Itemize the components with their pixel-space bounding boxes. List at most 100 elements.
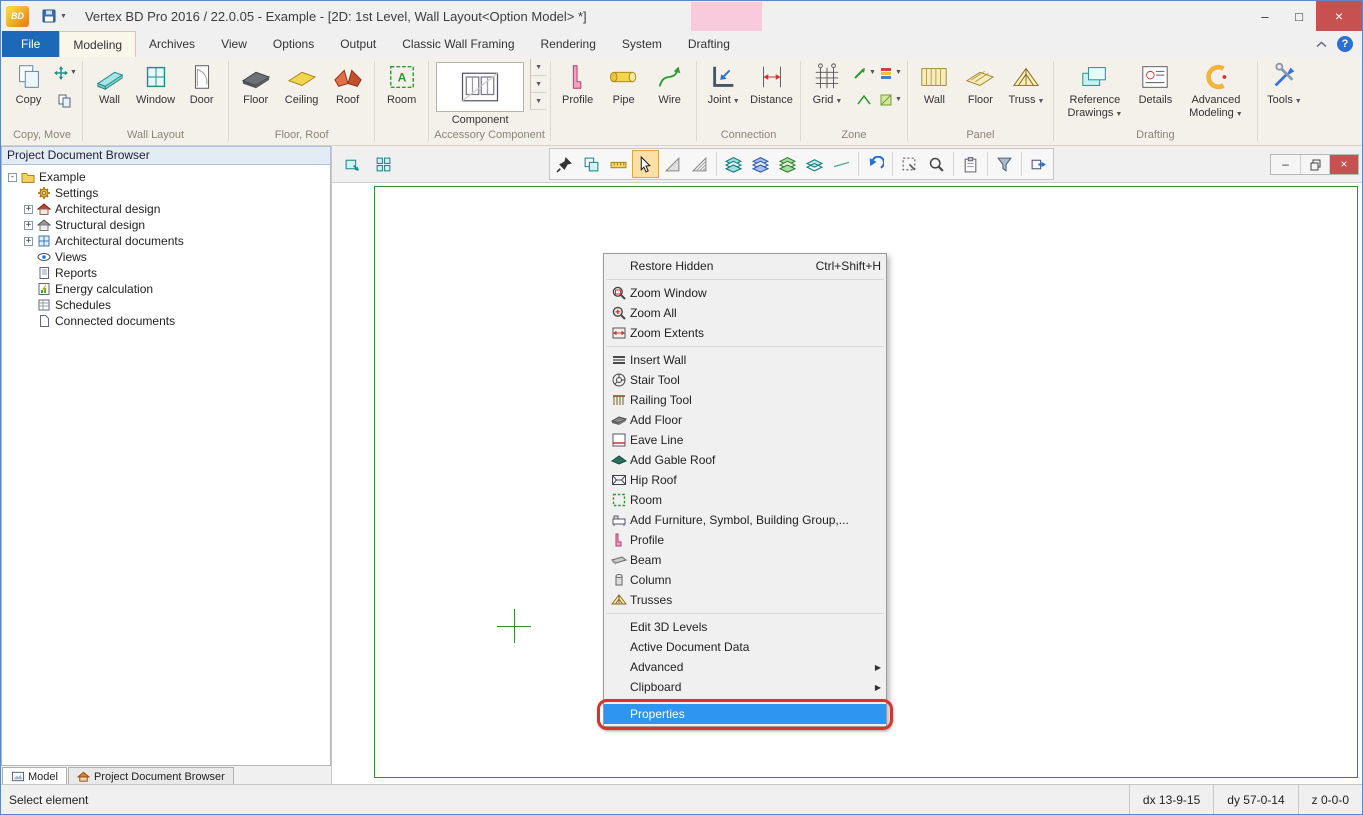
toolbar-button-hatch-triangle-icon[interactable] [686, 150, 713, 178]
context-menu-item-active-document-data[interactable]: Active Document Data [604, 637, 886, 657]
ribbon-button-details[interactable]: Details [1133, 59, 1178, 107]
context-menu-item-stair-tool[interactable]: Stair Tool [604, 370, 886, 390]
context-menu-item-hip-roof[interactable]: Hip Roof [604, 470, 886, 490]
context-menu-item-add-furniture-symbol-building-group[interactable]: Add Furniture, Symbol, Building Group,..… [604, 510, 886, 530]
ribbon-button-truss[interactable]: Truss ▼ [1004, 59, 1049, 107]
ribbon-button-floor[interactable]: Floor [233, 59, 278, 107]
menu-tab-classic-wall-framing[interactable]: Classic Wall Framing [389, 31, 527, 57]
context-menu-item-column[interactable]: Column [604, 570, 886, 590]
toolbar-button-float-window-icon[interactable] [339, 150, 366, 178]
context-menu-item-restore-hidden[interactable]: Restore HiddenCtrl+Shift+H [604, 256, 886, 276]
mdi-restore-button[interactable] [1300, 155, 1329, 174]
ribbon-button-window[interactable]: Window [133, 59, 178, 107]
menu-tab-drafting[interactable]: Drafting [675, 31, 743, 57]
context-menu-item-trusses[interactable]: Trusses [604, 590, 886, 610]
tree-item-reports[interactable]: Reports [4, 265, 328, 281]
gallery-down-icon[interactable]: ▼ [531, 76, 546, 93]
ribbon-button-reference-drawings[interactable]: Reference Drawings ▼ [1058, 59, 1132, 119]
ribbon-button-profile[interactable]: Profile [555, 59, 600, 107]
menu-tab-system[interactable]: System [609, 31, 675, 57]
context-menu-item-railing-tool[interactable]: Railing Tool [604, 390, 886, 410]
tree-item-settings[interactable]: Settings [4, 185, 328, 201]
ribbon-button-advanced-modeling[interactable]: Advanced Modeling ▼ [1179, 59, 1253, 119]
toolbar-button-thin-line-icon[interactable] [828, 150, 855, 178]
toolbar-button-copy-region-icon[interactable] [578, 150, 605, 178]
ribbon-button-copy-place-icon[interactable] [52, 86, 78, 113]
toolbar-button-select-arrow-icon[interactable] [632, 150, 659, 178]
ribbon-button-joint[interactable]: Joint ▼ [701, 59, 746, 107]
toolbar-button-zoom-icon[interactable] [923, 150, 950, 178]
ribbon-button-door[interactable]: Door [179, 59, 224, 107]
menu-tab-file[interactable]: File [2, 31, 59, 57]
ribbon-button-zone-line-icon[interactable] [851, 86, 877, 113]
menu-tab-view[interactable]: View [208, 31, 260, 57]
toolbar-button-tile-windows-icon[interactable] [370, 150, 397, 178]
ribbon-button-zone-colors-icon[interactable]: ▼ [877, 59, 903, 86]
context-menu-item-zoom-extents[interactable]: Zoom Extents [604, 323, 886, 343]
context-menu-item-zoom-window[interactable]: Zoom Window [604, 283, 886, 303]
context-menu-item-edit-3d-levels[interactable]: Edit 3D Levels [604, 617, 886, 637]
close-button[interactable]: × [1316, 1, 1362, 31]
context-menu-item-add-floor[interactable]: Add Floor [604, 410, 886, 430]
toolbar-button-layers-cyan-icon[interactable] [720, 150, 747, 178]
mdi-close-button[interactable]: × [1329, 155, 1358, 174]
menu-tab-output[interactable]: Output [327, 31, 389, 57]
context-menu-item-zoom-all[interactable]: Zoom All [604, 303, 886, 323]
tree-item-structural-design[interactable]: +Structural design [4, 217, 328, 233]
menu-tab-options[interactable]: Options [260, 31, 327, 57]
context-menu-item-insert-wall[interactable]: Insert Wall [604, 350, 886, 370]
expander-plus-icon[interactable]: + [24, 237, 33, 246]
toolbar-button-pin-icon[interactable] [551, 150, 578, 178]
app-logo-icon[interactable]: BD [6, 6, 29, 27]
tree-item-connected-documents[interactable]: Connected documents [4, 313, 328, 329]
context-menu-item-eave-line[interactable]: Eave Line [604, 430, 886, 450]
toolbar-button-select-region-icon[interactable] [896, 150, 923, 178]
context-menu-item-properties[interactable]: Properties [604, 704, 886, 724]
toolbar-button-measure-icon[interactable] [605, 150, 632, 178]
help-icon[interactable]: ? [1337, 36, 1353, 52]
ribbon-button-ceiling[interactable]: Ceiling [279, 59, 324, 107]
toolbar-button-undo-icon[interactable] [862, 150, 889, 178]
ribbon-button-distance[interactable]: Distance [747, 59, 796, 107]
ribbon-button-component[interactable]: Component [433, 59, 527, 127]
menu-tab-modeling[interactable]: Modeling [59, 31, 136, 57]
menu-tab-rendering[interactable]: Rendering [528, 31, 609, 57]
toolbar-button-clipboard-icon[interactable] [957, 150, 984, 178]
collapse-ribbon-icon[interactable] [1316, 41, 1327, 48]
ribbon-button-wall[interactable]: Wall [912, 59, 957, 107]
toolbar-button-layers-blue-icon[interactable] [747, 150, 774, 178]
save-icon[interactable] [41, 8, 57, 24]
gallery-up-icon[interactable]: ▼ [531, 59, 546, 76]
ribbon-button-tools[interactable]: Tools ▼ [1262, 59, 1307, 107]
tree-item-architectural-documents[interactable]: +Architectural documents [4, 233, 328, 249]
context-menu-item-profile[interactable]: Profile [604, 530, 886, 550]
quick-access-dropdown-icon[interactable]: ▼ [60, 13, 67, 20]
ribbon-button-roof[interactable]: Roof [325, 59, 370, 107]
gallery-more-icon[interactable]: ▼ [531, 93, 546, 110]
toolbar-button-layers-green-icon[interactable] [774, 150, 801, 178]
tree-item-architectural-design[interactable]: +Architectural design [4, 201, 328, 217]
tree-item-views[interactable]: Views [4, 249, 328, 265]
menu-tab-archives[interactable]: Archives [136, 31, 208, 57]
context-menu-item-add-gable-roof[interactable]: Add Gable Roof [604, 450, 886, 470]
toolbar-button-shade-triangle-icon[interactable] [659, 150, 686, 178]
ribbon-button-zone-boundary-icon[interactable]: ▼ [851, 59, 877, 86]
mdi-minimize-button[interactable]: – [1271, 155, 1300, 174]
context-menu-item-clipboard[interactable]: Clipboard▶ [604, 677, 886, 697]
tree-item-energy-calculation[interactable]: Energy calculation [4, 281, 328, 297]
ribbon-button-copy[interactable]: Copy [6, 59, 51, 107]
maximize-button[interactable]: □ [1282, 1, 1316, 31]
ribbon-button-zone-fill-icon[interactable]: ▼ [877, 86, 903, 113]
context-menu-item-advanced[interactable]: Advanced▶ [604, 657, 886, 677]
toolbar-button-export-view-icon[interactable] [1025, 150, 1052, 178]
ribbon-button-floor[interactable]: Floor [958, 59, 1003, 107]
context-menu-item-room[interactable]: Room [604, 490, 886, 510]
context-menu-item-beam[interactable]: Beam [604, 550, 886, 570]
ribbon-button-wire[interactable]: Wire [647, 59, 692, 107]
ribbon-button-wall[interactable]: Wall [87, 59, 132, 107]
expander-plus-icon[interactable]: + [24, 221, 33, 230]
tree-item-example[interactable]: -Example [4, 169, 328, 185]
ribbon-button-room[interactable]: ARoom [379, 59, 424, 107]
ribbon-button-move-icon[interactable]: ▼ [52, 59, 78, 86]
toolbar-button-filter-icon[interactable] [991, 150, 1018, 178]
